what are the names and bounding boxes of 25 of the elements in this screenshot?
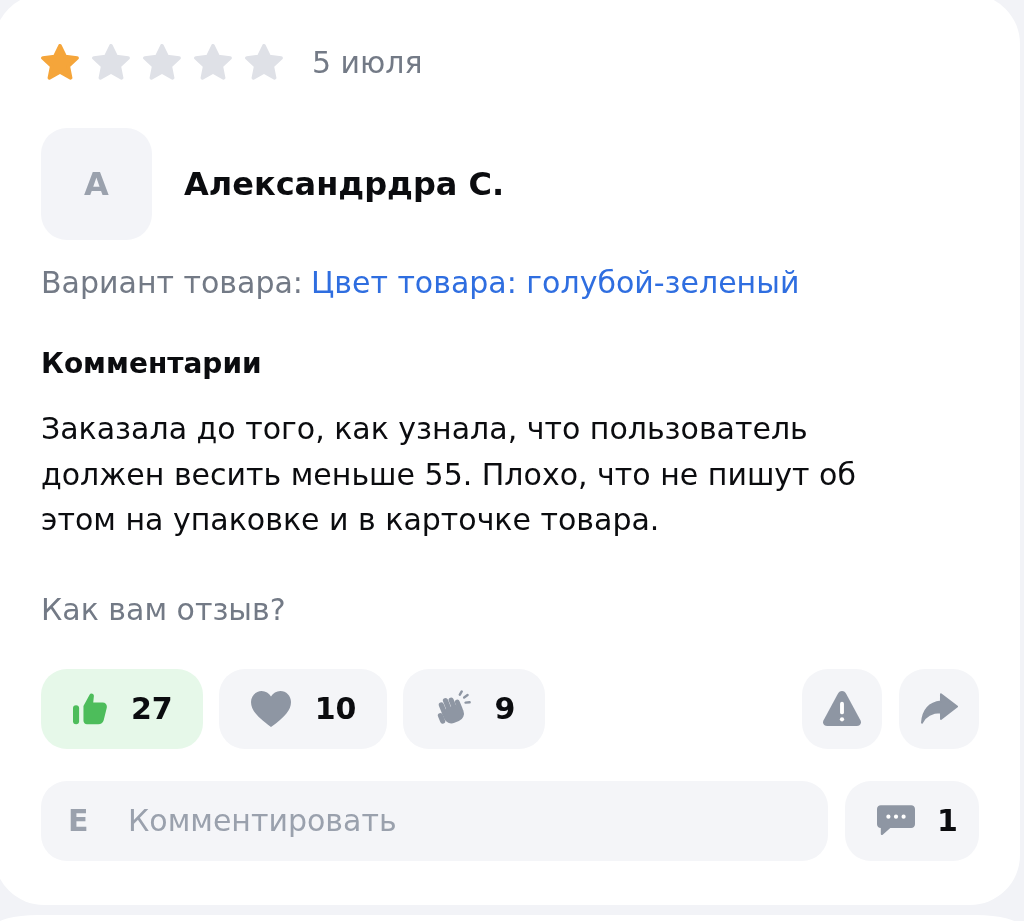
- comments-button[interactable]: 1: [845, 780, 979, 861]
- clap-button[interactable]: 9: [402, 668, 546, 749]
- warning-icon: [823, 691, 861, 726]
- star-icon: [245, 44, 283, 80]
- star-icon: [41, 44, 79, 80]
- feedback-prompt: Как вам отзыв?: [41, 591, 287, 628]
- star-icon: [194, 44, 232, 80]
- variant-link[interactable]: Цвет товара: голубой-зеленый: [310, 265, 800, 300]
- star-icon: [92, 44, 130, 80]
- like-button[interactable]: 27: [41, 668, 203, 749]
- variant-label: Вариант товара:: [41, 265, 303, 300]
- comment-text: Заказала до того, как узнала, что пользователь должен весить меньше 55. Плохо, что не пишут об этом на упаковке и в карточке товара.: [41, 410, 857, 539]
- share-button[interactable]: [899, 668, 979, 749]
- share-icon: [920, 693, 958, 724]
- thumbs-up-icon: [73, 692, 107, 725]
- comment-heading: Комментарии: [41, 346, 263, 382]
- heart-button[interactable]: 10: [218, 668, 387, 749]
- avatar: А: [41, 128, 152, 240]
- review-date: 5 июля: [312, 44, 423, 80]
- author-name: Александрдра С.: [184, 165, 505, 203]
- report-button[interactable]: [802, 668, 882, 749]
- user-initial: Е: [68, 802, 89, 839]
- heart-icon: [250, 690, 291, 727]
- star-icon: [143, 44, 181, 80]
- chat-bubble-icon: [877, 805, 915, 836]
